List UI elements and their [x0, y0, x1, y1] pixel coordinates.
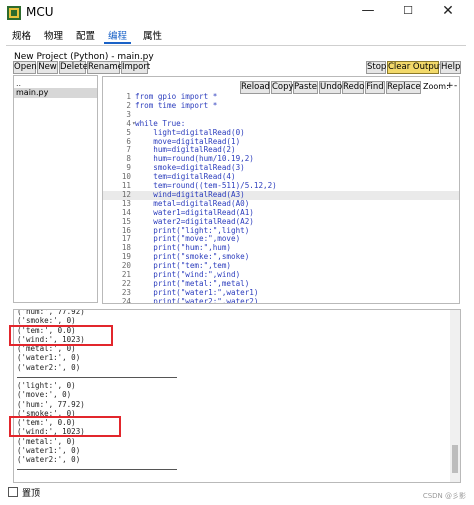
console-line: ('metal:', 0) — [17, 436, 76, 446]
always-on-top-checkbox[interactable] — [8, 487, 18, 497]
console-line: ('water1:', 0) — [17, 353, 81, 363]
line-number: 24 — [121, 296, 131, 304]
stop-button[interactable]: Stop — [366, 61, 386, 74]
tab-config[interactable]: 配置 — [72, 30, 99, 44]
console-separator — [17, 469, 177, 471]
console-scrollbar-thumb[interactable] — [452, 445, 458, 473]
watermark: CSDN @彡影 — [422, 492, 466, 500]
console-line: ('hum:', 77.92) — [17, 399, 85, 409]
clear-outputs-button[interactable]: Clear Outputs — [387, 61, 447, 74]
tab-physical[interactable]: 物理 — [40, 30, 67, 44]
code-line[interactable]: 2 from time import * — [103, 100, 459, 111]
delete-button[interactable]: Delete — [59, 61, 88, 74]
zoom-label: Zoom: — [423, 82, 449, 91]
file-list-item[interactable]: main.py — [14, 88, 97, 98]
file-list[interactable]: .. main.py — [13, 75, 98, 303]
console-line: ('hum:', 77.92) — [17, 309, 85, 316]
console-line: ('water1:', 0) — [17, 445, 81, 455]
code-text: from time import * — [135, 100, 218, 110]
highlight-box — [9, 416, 121, 437]
window-title: MCU — [26, 5, 54, 19]
open-button[interactable]: Open — [13, 61, 37, 74]
zoom-out-button[interactable]: - — [454, 81, 457, 91]
code-text: print("water2:",water2) — [135, 296, 259, 304]
title-bar: MCU — ☐ ✕ — [0, 0, 474, 26]
tab-programming[interactable]: 编程 — [104, 30, 132, 44]
code-area[interactable]: 1 from gpio import * 2 from time import * 3 4… — [103, 92, 459, 304]
tab-specs[interactable]: 规格 — [8, 30, 35, 44]
file-list-parent[interactable]: .. — [16, 79, 21, 88]
console-line: ('light:', 0) — [17, 381, 76, 390]
console-line: ('water2:', 0) — [17, 362, 81, 372]
console-scrollbar[interactable] — [450, 310, 460, 482]
console-line: ('water2:', 0) — [17, 455, 81, 464]
tab-divider — [6, 45, 466, 46]
maximize-button[interactable]: ☐ — [388, 0, 428, 24]
console-line: ('move:', 0) — [17, 390, 72, 400]
help-button[interactable]: Help — [440, 61, 461, 74]
code-editor[interactable]: Reload Copy Paste Undo Redo Find Replace… — [102, 76, 460, 304]
new-button[interactable]: New — [37, 61, 58, 74]
minimize-button[interactable]: — — [348, 0, 388, 24]
code-line[interactable]: 24 print("water2:",water2) — [103, 296, 459, 304]
rename-button[interactable]: Rename — [87, 61, 123, 74]
packet-tracer-icon — [7, 6, 21, 20]
zoom-in-button[interactable]: + — [446, 81, 454, 91]
console-line: ('smoke:', 0) — [17, 316, 76, 326]
highlight-box — [9, 325, 113, 346]
console-separator — [17, 376, 177, 378]
always-on-top-label: 置顶 — [22, 489, 41, 499]
import-button[interactable]: Import — [121, 61, 150, 74]
tab-attributes[interactable]: 属性 — [139, 30, 166, 44]
close-button[interactable]: ✕ — [428, 0, 468, 24]
